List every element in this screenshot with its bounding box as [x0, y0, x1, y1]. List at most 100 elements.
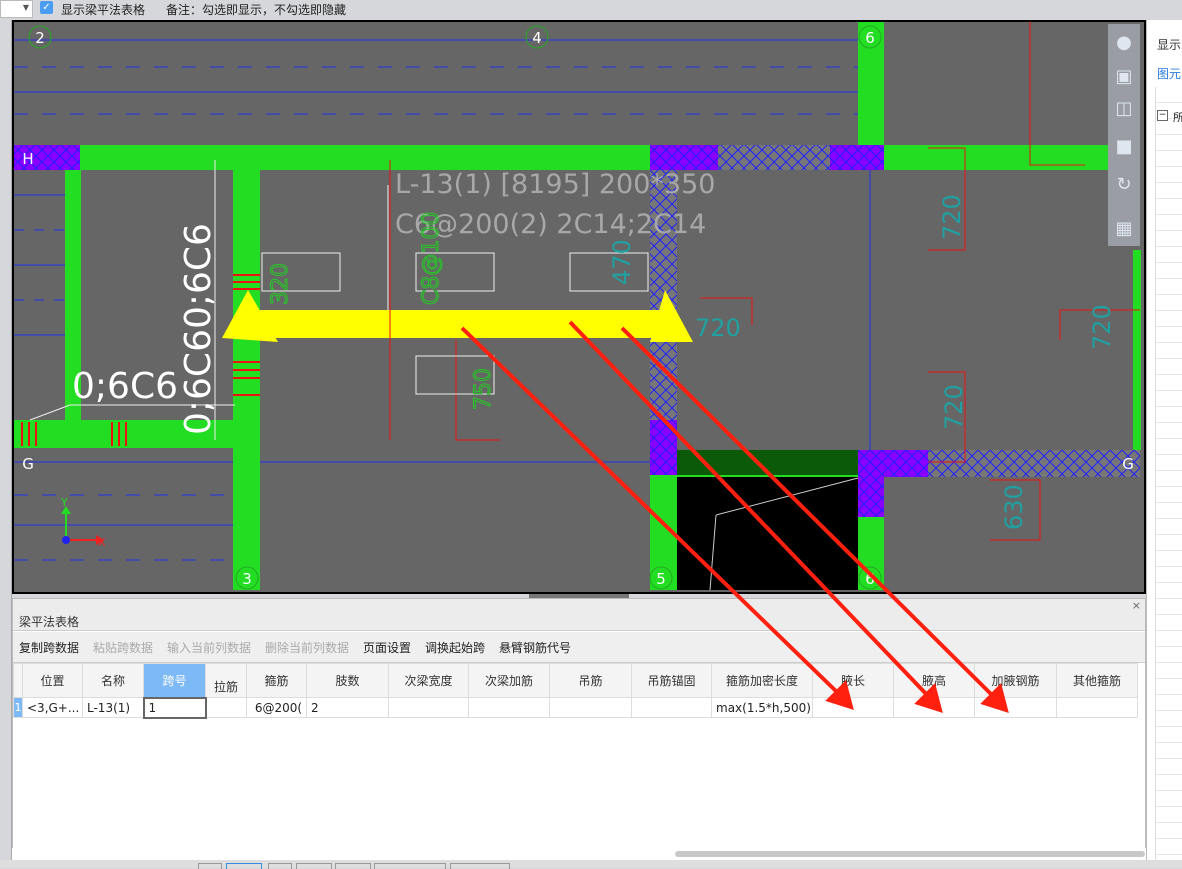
settings-grid-icon[interactable]: ▦	[1111, 216, 1137, 242]
view-3d-icon[interactable]: ▣	[1111, 64, 1137, 90]
column-hatch	[650, 420, 677, 475]
column-header[interactable]: 肢数	[306, 663, 389, 698]
cell-stirrup[interactable]: 6@200(	[246, 697, 307, 718]
rotate-icon[interactable]: ↻	[1111, 172, 1137, 198]
cell-haunch-length[interactable]	[812, 697, 894, 718]
cell-name[interactable]: L-13(1)	[82, 697, 144, 718]
cantilever-code-button[interactable]: 悬臂钢筋代号	[499, 639, 571, 656]
column-header[interactable]: 次梁宽度	[388, 663, 469, 698]
column-header[interactable]: 腋高	[893, 663, 975, 698]
dim-text: 750	[471, 368, 496, 410]
show-table-label: 显示梁平法表格	[61, 3, 146, 17]
tree-view[interactable]	[1155, 87, 1182, 867]
cell-span-number[interactable]: 1	[142, 696, 207, 719]
column-hatch	[858, 477, 884, 517]
column-header[interactable]: 箍筋	[246, 663, 307, 698]
cell-haunch-rebar[interactable]	[974, 697, 1057, 718]
input-column-button[interactable]: 输入当前列数据	[167, 639, 251, 656]
column-header[interactable]: 加腋钢筋	[974, 663, 1057, 698]
beam-label-line1: L-13(1) [8195] 200*350	[395, 169, 715, 200]
column-header[interactable]: 箍筋加密长度	[711, 663, 813, 698]
cell-secondary-width[interactable]	[388, 697, 469, 718]
collapse-icon[interactable]: −	[1157, 110, 1168, 121]
dim-text: 720	[1088, 304, 1116, 350]
status-button[interactable]	[198, 863, 222, 869]
horizontal-scrollbar[interactable]	[12, 848, 1146, 860]
floor-combo[interactable]: ▼	[0, 0, 33, 18]
dim-text: 320	[268, 263, 293, 305]
scrollbar-thumb[interactable]	[675, 851, 1145, 857]
cell-hanger[interactable]	[549, 697, 632, 718]
stirrup-text-horizontal: 0;6C6	[72, 366, 178, 407]
tab-display[interactable]: 显示	[1157, 36, 1181, 53]
status-button[interactable]	[374, 863, 446, 869]
page-setup-button[interactable]: 页面设置	[363, 639, 411, 656]
top-toolbar: ▼ ✓ 显示梁平法表格 备注：勾选即显示，不勾选即隐藏	[0, 0, 1182, 20]
dim-text: 720	[938, 194, 966, 240]
dim-text: 720	[940, 384, 968, 430]
cell-tie-bar[interactable]	[205, 697, 247, 718]
view-toolbar: ● ▣ ◫ ■ ↻ ▦	[1108, 24, 1140, 246]
svg-text:2: 2	[35, 29, 45, 47]
cell-hanger-anchor[interactable]	[631, 697, 712, 718]
svg-text:X: X	[98, 536, 106, 549]
row-num-header	[13, 663, 23, 698]
beam-table-panel: 梁平法表格 × 复制跨数据 粘贴跨数据 输入当前列数据 删除当前列数据 页面设置…	[12, 598, 1146, 860]
delete-column-button[interactable]: 删除当前列数据	[265, 639, 349, 656]
svg-text:4: 4	[532, 29, 542, 47]
row-number[interactable]: 1	[13, 697, 23, 718]
svg-text:3: 3	[242, 570, 252, 588]
opening	[677, 477, 858, 590]
dim-text: C8@100	[419, 212, 444, 305]
status-button[interactable]	[268, 863, 292, 869]
column-header[interactable]: 腋长	[812, 663, 894, 698]
column-header[interactable]: 其他箍筋	[1056, 663, 1138, 698]
orbit-icon[interactable]: ●	[1111, 30, 1137, 56]
column-header[interactable]: 名称	[82, 663, 144, 698]
tab-elements[interactable]: 图元	[1157, 65, 1181, 82]
svg-text:5: 5	[656, 570, 666, 588]
dim-text: 630	[1000, 484, 1028, 530]
swap-start-span-button[interactable]: 调换起始跨	[425, 639, 485, 656]
beam-hatch	[718, 145, 830, 170]
wireframe-icon[interactable]: ◫	[1111, 96, 1137, 122]
status-button[interactable]	[450, 863, 510, 869]
solid-icon[interactable]: ■	[1111, 134, 1137, 160]
tree-root[interactable]: 所	[1173, 109, 1182, 125]
svg-text:6: 6	[865, 570, 875, 588]
cell-legs[interactable]: 2	[306, 697, 389, 718]
status-button[interactable]	[296, 863, 332, 869]
column-header[interactable]: 位置	[22, 663, 83, 698]
column-header[interactable]: 拉筋	[205, 663, 247, 698]
cell-position[interactable]: <3,G+...	[22, 697, 83, 718]
paste-span-button[interactable]: 粘贴跨数据	[93, 639, 153, 656]
left-dock-strip[interactable]	[0, 20, 12, 868]
status-button[interactable]	[226, 863, 262, 869]
table-header: 位置 名称 跨号 拉筋 箍筋 肢数 次梁宽度 次梁加筋 吊筋 吊筋锚固 箍筋加密…	[13, 663, 1138, 698]
beam-table: 位置 名称 跨号 拉筋 箍筋 肢数 次梁宽度 次梁加筋 吊筋 吊筋锚固 箍筋加密…	[13, 663, 1138, 719]
show-table-checkbox[interactable]: ✓	[40, 1, 53, 14]
cell-haunch-height[interactable]	[893, 697, 975, 718]
close-icon[interactable]: ×	[1132, 599, 1141, 612]
column-header[interactable]: 次梁加筋	[468, 663, 550, 698]
drawing-canvas[interactable]: L-13(1) [8195] 200*350 C6@200(2) 2C14;2C…	[12, 20, 1146, 594]
copy-span-button[interactable]: 复制跨数据	[19, 639, 79, 656]
table-row[interactable]: 1 <3,G+... L-13(1) 1 6@200( 2 max(1.5*h,…	[13, 696, 1138, 719]
stirrup-text-vertical: 0;6C60;6C6	[178, 223, 219, 435]
note-text: 备注：勾选即显示，不勾选即隐藏	[166, 3, 347, 17]
cell-dense-length[interactable]: max(1.5*h,500)	[711, 697, 813, 718]
cad-drawing[interactable]: L-13(1) [8195] 200*350 C6@200(2) 2C14;2C…	[14, 22, 1144, 592]
cell-secondary-rebar[interactable]	[468, 697, 550, 718]
axis-label-g: G	[22, 455, 34, 473]
status-button[interactable]	[335, 863, 371, 869]
chevron-down-icon: ▼	[22, 3, 29, 12]
column-header[interactable]: 吊筋锚固	[631, 663, 712, 698]
dim-text: 470	[608, 239, 636, 285]
column-header-selected[interactable]: 跨号	[143, 663, 206, 698]
column-hatch	[858, 450, 928, 477]
dim-text: 720	[695, 314, 741, 342]
column-header[interactable]: 吊筋	[549, 663, 632, 698]
status-bar	[0, 860, 1182, 869]
cell-other-stirrup[interactable]	[1056, 697, 1138, 718]
svg-text:Y: Y	[60, 496, 68, 509]
